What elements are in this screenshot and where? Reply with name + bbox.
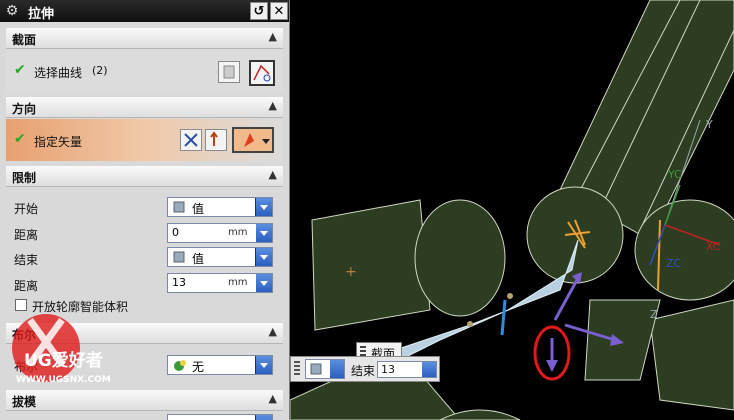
select-curve-label: 选择曲线 [34, 66, 83, 80]
settings-icon[interactable]: ⚙ [4, 3, 20, 19]
select-curve-count: (2) [92, 64, 108, 77]
start-distance-input[interactable]: 0 mm [167, 223, 273, 243]
dropdown-arrow-icon[interactable] [255, 415, 272, 420]
start-distance-unit: mm [228, 227, 248, 238]
dropdown-arrow-icon[interactable] [256, 274, 272, 292]
collapse-icon[interactable]: ▲ [269, 30, 277, 43]
dialog-title-bar: ⚙ 拉伸 ↺ ✕ [0, 0, 289, 22]
start-type-select[interactable]: 值 [167, 197, 273, 217]
start-type-value: 值 [192, 202, 205, 216]
direction-header-label: 方向 [12, 102, 37, 116]
reset-button[interactable]: ↺ [250, 2, 268, 20]
xc-axis-label: XC [706, 240, 721, 253]
draft-header-label: 拔模 [12, 395, 37, 409]
limits-header-label: 限制 [12, 171, 37, 185]
dialog-title: 拉伸 [28, 7, 55, 22]
start-distance-label: 距离 [14, 228, 39, 242]
direction-group-header[interactable]: 方向 ▲ [6, 97, 283, 118]
float-end-label: 结束 [351, 364, 376, 378]
end-label: 结束 [14, 253, 39, 267]
yc-axis-label: YC [667, 168, 682, 181]
ugsnx-watermark-logo: UG爱好者 WWW.UGSNX.COM [12, 314, 111, 385]
section-group-header[interactable]: 截面 ▲ [6, 28, 283, 49]
float-end-input[interactable]: 13 [377, 361, 437, 378]
boolean-select[interactable]: 无 [167, 355, 273, 375]
dropdown-arrow-icon[interactable] [255, 248, 272, 266]
end-distance-unit: mm [228, 277, 248, 288]
reverse-direction-icon[interactable] [180, 129, 202, 151]
curve-select-icon[interactable] [249, 60, 275, 86]
watermark-brand: UG爱好者 [24, 350, 103, 371]
end-type-select[interactable]: 值 [167, 247, 273, 267]
close-button[interactable]: ✕ [270, 2, 288, 20]
dropdown-arrow-icon[interactable] [330, 360, 344, 378]
boolean-value: 无 [192, 360, 205, 374]
vector-dialog-icon[interactable] [205, 129, 227, 151]
collapse-icon[interactable]: ▲ [269, 392, 277, 405]
collapse-icon[interactable]: ▲ [269, 99, 277, 112]
dropdown-arrow-icon[interactable] [256, 224, 272, 242]
value-icon [173, 201, 185, 213]
grip-icon[interactable] [294, 361, 300, 377]
collapse-icon[interactable]: ▲ [269, 168, 277, 181]
specify-vector-label: 指定矢量 [34, 135, 83, 149]
specify-vector-row[interactable]: ✔ 指定矢量 [6, 119, 283, 161]
watermark-url: WWW.UGSNX.COM [16, 375, 111, 385]
end-type-value: 值 [192, 252, 205, 266]
float-end-value: 13 [381, 363, 395, 376]
value-icon [310, 363, 322, 375]
value-icon [173, 251, 185, 263]
y-axis-label: Y [705, 118, 713, 131]
check-icon: ✔ [14, 62, 26, 78]
on-screen-input-bar: 结束 13 [290, 356, 440, 382]
z-axis-label: Z [650, 308, 658, 321]
sketch-section-icon[interactable] [218, 61, 240, 83]
start-label: 开始 [14, 202, 39, 216]
vector-type-dropdown[interactable] [232, 127, 274, 153]
dropdown-arrow-icon[interactable] [422, 362, 436, 377]
limit-type-dropdown[interactable] [305, 359, 345, 379]
collapse-icon[interactable]: ▲ [269, 325, 277, 338]
start-distance-value: 0 [172, 226, 179, 239]
zc-axis-label: ZC [666, 257, 682, 270]
dropdown-arrow-icon[interactable] [255, 356, 272, 374]
end-distance-value: 13 [172, 276, 186, 289]
limits-group-header[interactable]: 限制 ▲ [6, 166, 283, 187]
end-distance-label: 距离 [14, 279, 39, 293]
section-header-label: 截面 [12, 33, 37, 47]
select-curve-row[interactable]: ✔ 选择曲线 (2) [6, 50, 283, 92]
check-icon: ✔ [14, 131, 26, 147]
draft-select[interactable] [167, 414, 273, 420]
boolean-none-icon [174, 360, 186, 371]
end-distance-input[interactable]: 13 mm [167, 273, 273, 293]
svg-text:+: + [345, 264, 357, 280]
dropdown-arrow-icon[interactable] [255, 198, 272, 216]
